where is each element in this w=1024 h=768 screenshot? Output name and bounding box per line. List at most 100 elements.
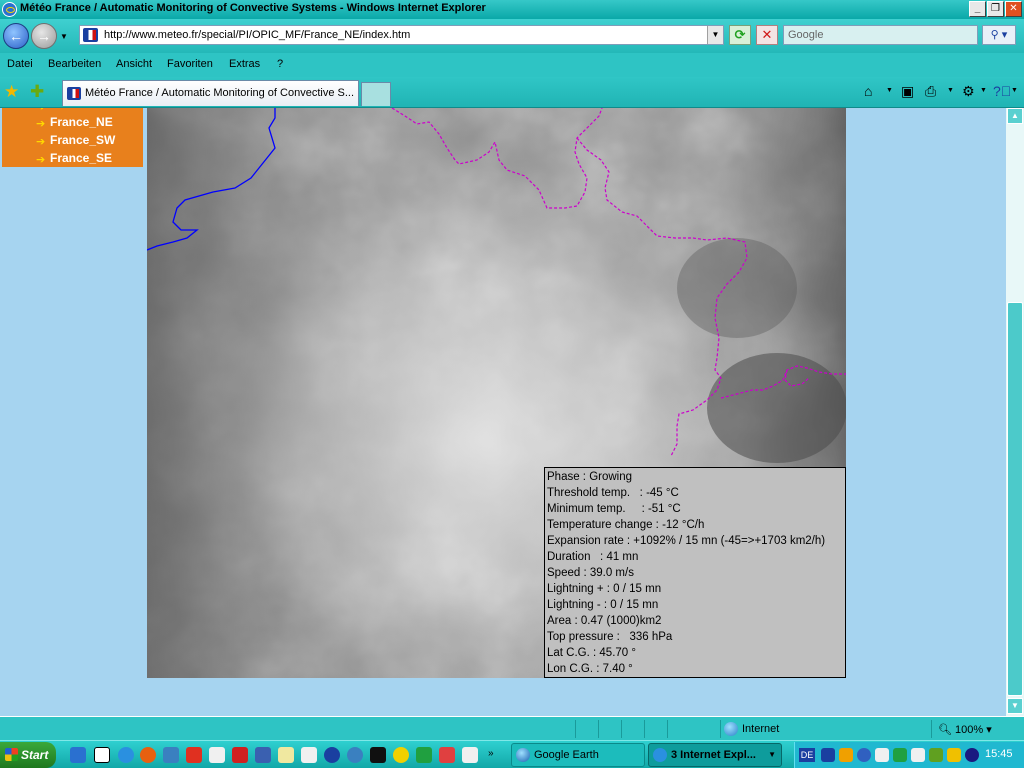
quicklaunch-icon[interactable] bbox=[94, 747, 110, 763]
help-dropdown-icon[interactable]: ▼ bbox=[1011, 87, 1018, 94]
help-icon[interactable]: ?⃝ bbox=[993, 83, 1011, 99]
tray-icon[interactable] bbox=[893, 748, 907, 762]
start-button[interactable]: Start bbox=[0, 742, 56, 768]
tools-gear-icon[interactable]: ⚙ bbox=[962, 83, 975, 100]
quicklaunch-icon[interactable] bbox=[255, 747, 271, 763]
quicklaunch-icon[interactable] bbox=[324, 747, 340, 763]
arrow-icon: ➔ bbox=[36, 136, 46, 148]
refresh-button[interactable]: ⟳ bbox=[729, 25, 751, 45]
info-area: Area : 0.47 (1000)km2 bbox=[547, 615, 662, 627]
info-minimum-temp: Minimum temp. : -51 °C bbox=[547, 503, 681, 515]
menu-extras[interactable]: Extras bbox=[229, 58, 260, 70]
address-dropdown-icon[interactable]: ▼ bbox=[707, 26, 723, 44]
back-button[interactable]: ← bbox=[3, 23, 29, 49]
quicklaunch-icon[interactable] bbox=[462, 747, 478, 763]
feeds-icon[interactable]: ▣ bbox=[901, 83, 914, 100]
tools-dropdown-icon[interactable]: ▼ bbox=[980, 87, 987, 94]
menu-ansicht[interactable]: Ansicht bbox=[116, 58, 152, 70]
system-tray: DE 15:45 bbox=[794, 742, 1024, 768]
home-dropdown-icon[interactable]: ▼ bbox=[886, 87, 893, 94]
arrow-icon: ➔ bbox=[36, 108, 45, 113]
history-dropdown-icon[interactable]: ▼ bbox=[60, 32, 68, 41]
taskbar: Start » Google Earth 3 Internet Expl... … bbox=[0, 740, 1024, 768]
tray-icon[interactable] bbox=[929, 748, 943, 762]
tray-icon[interactable] bbox=[839, 748, 853, 762]
scroll-up-button[interactable]: ▲ bbox=[1007, 108, 1023, 124]
tray-icon[interactable] bbox=[821, 748, 835, 762]
tab-label: Météo France / Automatic Monitoring of C… bbox=[85, 87, 355, 99]
search-button[interactable]: ⚲ ▾ bbox=[982, 25, 1016, 45]
zoom-level[interactable]: 🔍︎ 100% ▾ bbox=[938, 723, 992, 736]
quicklaunch-ie-icon[interactable] bbox=[118, 747, 134, 763]
forward-button[interactable]: → bbox=[31, 23, 57, 49]
windows-logo-icon bbox=[5, 748, 18, 761]
google-earth-icon bbox=[516, 748, 530, 762]
quicklaunch-icon[interactable] bbox=[278, 747, 294, 763]
favorites-star-icon[interactable]: ★ bbox=[4, 82, 19, 102]
tray-icon[interactable] bbox=[965, 748, 979, 762]
quicklaunch-icon[interactable] bbox=[370, 747, 386, 763]
tray-icon[interactable] bbox=[947, 748, 961, 762]
quicklaunch-icon[interactable] bbox=[393, 747, 409, 763]
quicklaunch-icon[interactable] bbox=[209, 747, 225, 763]
clock: 15:45 bbox=[985, 748, 1013, 760]
tab-meteo-france[interactable]: Météo France / Automatic Monitoring of C… bbox=[62, 80, 359, 106]
search-input[interactable]: Google bbox=[783, 25, 978, 45]
quicklaunch-icon[interactable] bbox=[416, 747, 432, 763]
task-internet-explorer[interactable]: 3 Internet Expl... ▼ bbox=[648, 743, 782, 767]
quicklaunch-icon[interactable] bbox=[70, 747, 86, 763]
arrow-icon: ➔ bbox=[36, 154, 46, 166]
info-lightning-plus: Lightning + : 0 / 15 mn bbox=[547, 583, 662, 595]
add-favorite-icon[interactable]: ✚ bbox=[30, 82, 44, 102]
menu-item-france-se[interactable]: France_SE bbox=[50, 151, 112, 165]
print-dropdown-icon[interactable]: ▼ bbox=[947, 87, 954, 94]
quicklaunch-more-icon[interactable]: » bbox=[488, 748, 498, 764]
window-title: Météo France / Automatic Monitoring of C… bbox=[20, 2, 486, 14]
print-icon[interactable]: ⎙ bbox=[925, 83, 936, 100]
menu-item-france-sw[interactable]: France_SW bbox=[50, 133, 115, 147]
quicklaunch-icon[interactable] bbox=[232, 747, 248, 763]
quicklaunch-icon[interactable] bbox=[347, 747, 363, 763]
status-segment bbox=[575, 720, 597, 738]
menu-bearbeiten[interactable]: Bearbeiten bbox=[48, 58, 101, 70]
internet-zone-icon bbox=[724, 722, 738, 736]
menu-help[interactable]: ? bbox=[277, 58, 283, 70]
task-label: Google Earth bbox=[534, 749, 599, 761]
task-group-dropdown-icon[interactable]: ▼ bbox=[768, 750, 776, 759]
address-url[interactable]: http://www.meteo.fr/special/PI/OPIC_MF/F… bbox=[104, 29, 410, 41]
ie-icon bbox=[2, 2, 17, 17]
tray-icon[interactable] bbox=[911, 748, 925, 762]
maximize-button[interactable]: ❐ bbox=[987, 1, 1004, 17]
quicklaunch-icon[interactable] bbox=[301, 747, 317, 763]
tray-icon[interactable] bbox=[875, 748, 889, 762]
stop-button[interactable]: ✕ bbox=[756, 25, 778, 45]
quicklaunch-icon[interactable] bbox=[163, 747, 179, 763]
address-bar[interactable]: http://www.meteo.fr/special/PI/OPIC_MF/F… bbox=[79, 25, 724, 45]
info-lightning-minus: Lightning - : 0 / 15 mn bbox=[547, 599, 659, 611]
quicklaunch-icon[interactable] bbox=[186, 747, 202, 763]
menu-item-france-ne[interactable]: France_NE bbox=[50, 115, 113, 129]
home-icon[interactable]: ⌂ bbox=[864, 83, 872, 99]
status-bar: Internet 🔍︎ 100% ▾ bbox=[0, 716, 1024, 740]
tab-favicon-icon bbox=[67, 87, 81, 100]
new-tab-button[interactable] bbox=[361, 82, 391, 106]
info-lat-cg: Lat C.G. : 45.70 ° bbox=[547, 647, 636, 659]
scroll-down-button[interactable]: ▼ bbox=[1007, 698, 1023, 714]
vertical-scrollbar[interactable]: ▲ ▼ bbox=[1006, 108, 1024, 716]
menu-datei[interactable]: Datei bbox=[7, 58, 33, 70]
minimize-button[interactable]: _ bbox=[969, 1, 986, 17]
close-button[interactable]: ✕ bbox=[1005, 1, 1022, 17]
status-segment bbox=[644, 720, 666, 738]
menu-favoriten[interactable]: Favoriten bbox=[167, 58, 213, 70]
scroll-thumb[interactable] bbox=[1007, 302, 1023, 696]
quicklaunch-icon[interactable] bbox=[439, 747, 455, 763]
ie-icon bbox=[653, 748, 667, 762]
start-label: Start bbox=[21, 748, 49, 762]
quicklaunch-firefox-icon[interactable] bbox=[140, 747, 156, 763]
task-google-earth[interactable]: Google Earth bbox=[511, 743, 645, 767]
language-indicator[interactable]: DE bbox=[799, 748, 815, 762]
tray-icon[interactable] bbox=[857, 748, 871, 762]
dark-cloud-region bbox=[677, 238, 797, 338]
info-phase: Phase : Growing bbox=[547, 471, 633, 483]
page-content: ➔ ➔ France_NE ➔ France_SW ➔ France_SE bbox=[0, 108, 1006, 716]
